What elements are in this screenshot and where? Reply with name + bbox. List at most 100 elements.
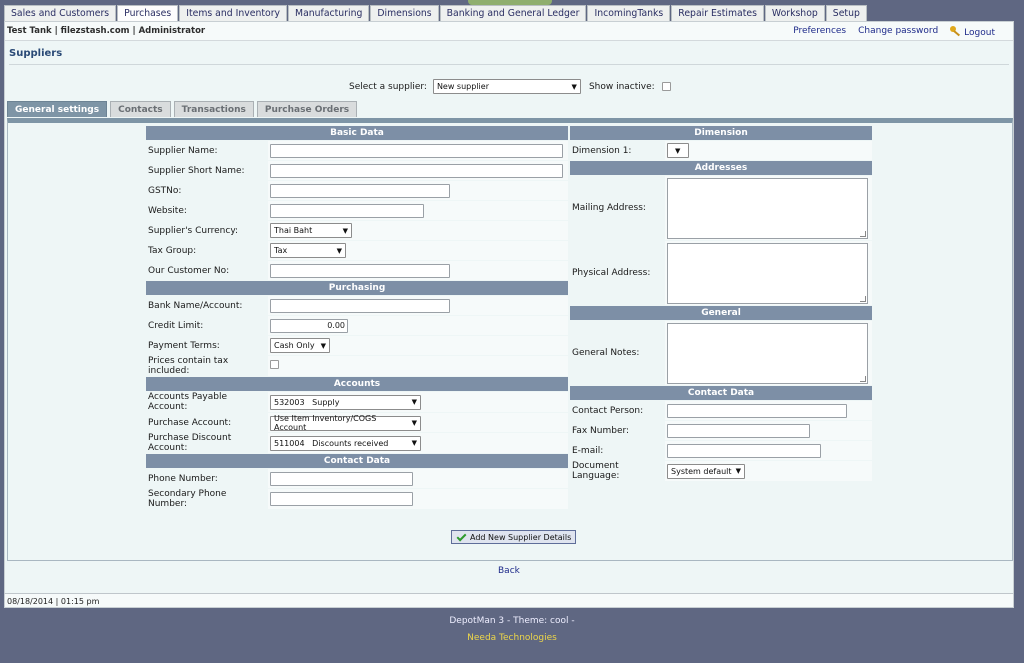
payment-terms-select-value: Cash Only: [274, 341, 315, 350]
bank-account-input[interactable]: [270, 298, 450, 313]
status-datetime: 08/18/2014 | 01:15 pm: [7, 597, 100, 606]
logout-link[interactable]: Logout: [950, 26, 995, 38]
footer-company-link[interactable]: Needa Technologies: [0, 633, 1024, 643]
dimension1-label: Dimension 1:: [570, 141, 664, 160]
our-customer-no-label: Our Customer No:: [146, 261, 267, 280]
prices-tax-checkbox[interactable]: [270, 360, 279, 369]
website-label: Website:: [146, 201, 267, 220]
discount-account-select[interactable]: 511004 Discounts received ▼: [270, 435, 421, 451]
user-bar: Test Tank | filezstash.com | Administrat…: [5, 22, 1013, 41]
gstno-label: GSTNo:: [146, 181, 267, 200]
dimension-address-form: Dimension Dimension 1: ▼ Addresses Mailin…: [569, 125, 873, 482]
chevron-down-icon: ▼: [735, 467, 741, 475]
ap-account-select-value: 532003 Supply: [274, 397, 340, 407]
resize-grip-icon: [860, 295, 866, 302]
dimension1-select[interactable]: ▼: [667, 143, 689, 158]
menu-banking[interactable]: Banking and General Ledger: [439, 5, 587, 21]
chevron-down-icon: ▼: [675, 146, 681, 155]
basic-data-form: Basic Data Supplier Name: Supplier Short…: [145, 125, 569, 510]
language-select[interactable]: System default ▼: [667, 463, 745, 479]
main-menu: Sales and Customers Purchases Items and …: [4, 5, 868, 22]
discount-account-label: Purchase Discount Account:: [146, 433, 267, 453]
purchase-account-select[interactable]: Use Item Inventory/COGS Account ▼: [270, 414, 421, 432]
credit-limit-label: Credit Limit:: [146, 316, 267, 335]
supplier-select[interactable]: New supplier ▼: [432, 79, 581, 94]
payment-terms-select[interactable]: Cash Only ▼: [270, 338, 330, 353]
tab-transactions[interactable]: Transactions: [173, 101, 254, 117]
payment-terms-label: Payment Terms:: [146, 336, 267, 355]
phone2-input[interactable]: [270, 492, 413, 506]
tab-general-settings[interactable]: General settings: [7, 101, 108, 117]
bank-account-label: Bank Name/Account:: [146, 296, 267, 315]
gstno-input[interactable]: [270, 183, 450, 198]
chevron-down-icon: ▼: [342, 226, 348, 235]
chevron-down-icon: ▼: [411, 439, 417, 447]
ap-account-label: Accounts Payable Account:: [146, 392, 267, 412]
add-supplier-button[interactable]: Add New Supplier Details: [451, 530, 577, 544]
general-notes-label: General Notes:: [570, 321, 664, 385]
chevron-down-icon: ▼: [336, 246, 342, 255]
mailing-address-label: Mailing Address:: [570, 176, 664, 240]
phone2-label: Secondary Phone Number:: [146, 489, 267, 509]
change-password-link[interactable]: Change password: [858, 26, 938, 38]
mailing-address-textarea[interactable]: [667, 177, 868, 239]
supplier-selector: Select a supplier: New supplier ▼ Show in…: [349, 79, 671, 94]
ap-account-select[interactable]: 532003 Supply ▼: [270, 394, 421, 410]
language-label: Document Language:: [570, 461, 664, 481]
email-input[interactable]: [667, 443, 821, 458]
menu-setup[interactable]: Setup: [825, 5, 867, 21]
status-bar: 08/18/2014 | 01:15 pm: [4, 593, 1014, 608]
chevron-down-icon: ▼: [571, 82, 577, 91]
preferences-link[interactable]: Preferences: [793, 26, 846, 38]
general-header: General: [570, 306, 872, 320]
accounts-header: Accounts: [146, 377, 568, 391]
menu-incoming-tanks[interactable]: IncomingTanks: [587, 5, 671, 21]
resize-grip-icon: [860, 230, 866, 237]
menu-sales[interactable]: Sales and Customers: [4, 5, 117, 21]
credit-limit-input[interactable]: 0.00: [270, 318, 348, 333]
supplier-short-name-input[interactable]: [270, 163, 563, 178]
currency-select[interactable]: Thai Baht ▼: [270, 223, 352, 238]
add-supplier-label: Add New Supplier Details: [470, 533, 572, 542]
page-title: Suppliers: [9, 48, 63, 59]
phone-input[interactable]: [270, 471, 413, 486]
purchasing-header: Purchasing: [146, 281, 568, 295]
prices-tax-label: Prices contain tax included:: [146, 356, 267, 376]
contact-person-label: Contact Person:: [570, 401, 664, 420]
show-inactive-checkbox[interactable]: [661, 82, 671, 91]
menu-repair-estimates[interactable]: Repair Estimates: [671, 5, 764, 21]
tab-contacts[interactable]: Contacts: [110, 101, 171, 117]
show-inactive-label: Show inactive:: [588, 81, 655, 92]
tax-group-select[interactable]: Tax ▼: [270, 243, 346, 258]
footer-theme: DepotMan 3 - Theme: cool -: [449, 616, 575, 626]
logout-label: Logout: [964, 28, 995, 38]
menu-manufacturing[interactable]: Manufacturing: [288, 5, 370, 21]
chevron-down-icon: ▼: [320, 341, 326, 350]
back-link[interactable]: Back: [498, 566, 520, 576]
website-input[interactable]: [270, 203, 424, 218]
supplier-select-value: New supplier: [436, 82, 489, 91]
supplier-name-input[interactable]: [270, 143, 563, 158]
physical-address-textarea[interactable]: [667, 242, 868, 304]
supplier-short-name-label: Supplier Short Name:: [146, 161, 267, 180]
menu-dimensions[interactable]: Dimensions: [370, 5, 439, 21]
resize-grip-icon: [860, 375, 866, 382]
general-notes-textarea[interactable]: [667, 322, 868, 384]
tab-bar: General settings Contacts Transactions P…: [7, 101, 360, 117]
contact-data-header: Contact Data: [146, 454, 568, 468]
menu-workshop[interactable]: Workshop: [764, 5, 825, 21]
chevron-down-icon: ▼: [411, 398, 417, 406]
title-divider: [9, 64, 1009, 65]
contact-person-input[interactable]: [667, 403, 847, 418]
menu-purchases[interactable]: Purchases: [117, 5, 179, 21]
addresses-header: Addresses: [570, 161, 872, 175]
fax-input[interactable]: [667, 423, 810, 438]
contact-data-header-right: Contact Data: [570, 386, 872, 400]
menu-items-inventory[interactable]: Items and Inventory: [179, 5, 288, 21]
key-icon: [950, 26, 961, 36]
fax-label: Fax Number:: [570, 421, 664, 440]
currency-select-value: Thai Baht: [274, 226, 313, 235]
tax-group-select-value: Tax: [274, 246, 288, 255]
tab-purchase-orders[interactable]: Purchase Orders: [256, 101, 358, 117]
our-customer-no-input[interactable]: [270, 263, 450, 278]
